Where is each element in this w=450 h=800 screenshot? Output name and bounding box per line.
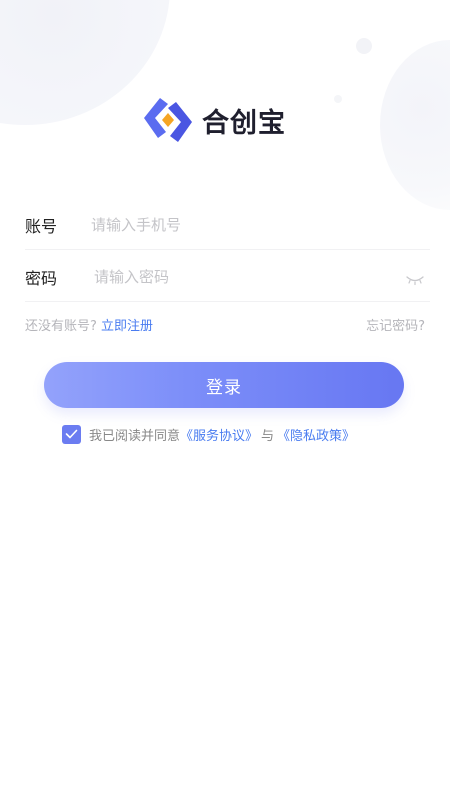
background-dot	[334, 95, 342, 103]
password-input[interactable]	[94, 267, 404, 286]
hechuangbao-logo-icon	[144, 98, 192, 142]
background-dot	[356, 38, 372, 54]
background-circle	[380, 40, 450, 210]
login-page: 合创宝 账号 密码 还没有账号? 立即注册 忘记密码? 登录 我已阅读	[0, 0, 450, 800]
password-row: 密码	[25, 252, 430, 302]
service-agreement-link[interactable]: 《服务协议》	[180, 425, 258, 444]
agreement-prefix: 我已阅读并同意	[89, 428, 181, 444]
app-logo: 合创宝	[140, 94, 286, 146]
agreement-row: 我已阅读并同意 《服务协议》 与 《隐私政策》	[62, 424, 355, 444]
phone-input[interactable]	[91, 215, 430, 234]
agreement-checkbox[interactable]	[62, 424, 81, 444]
account-row: 账号	[25, 200, 430, 250]
login-button[interactable]: 登录	[44, 362, 404, 408]
password-label: 密码	[25, 268, 58, 288]
check-icon	[65, 429, 78, 439]
account-links: 还没有账号? 立即注册 忘记密码?	[25, 314, 425, 334]
register-prompt: 还没有账号? 立即注册	[25, 315, 153, 334]
register-link[interactable]: 立即注册	[101, 319, 153, 334]
agreement-connector: 与	[261, 428, 275, 444]
no-account-text: 还没有账号?	[25, 318, 97, 334]
forgot-password-link[interactable]: 忘记密码?	[366, 315, 425, 334]
privacy-policy-link[interactable]: 《隐私政策》	[277, 425, 355, 444]
app-name: 合创宝	[202, 107, 286, 139]
account-label: 账号	[25, 216, 58, 236]
eye-closed-icon[interactable]	[404, 272, 426, 288]
